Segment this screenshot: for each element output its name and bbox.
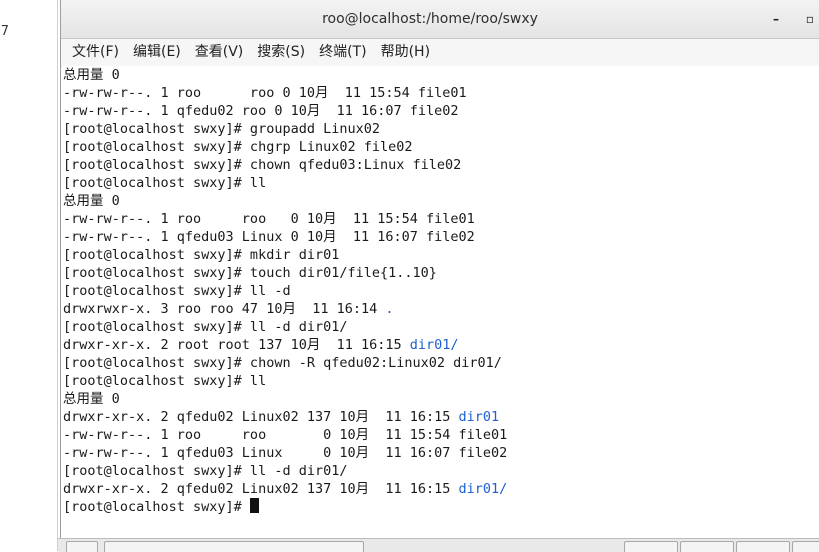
terminal-line-text: drwxr-xr-x. 2 qfedu02 Linux02 137 10月 11…	[63, 481, 459, 497]
taskbar-terminal-button[interactable]	[104, 541, 364, 552]
menu-search[interactable]: 搜索(S)	[250, 39, 312, 66]
minimize-button[interactable]: –	[767, 10, 785, 28]
terminal-line-text: -rw-rw-r--. 1 qfedu03 Linux 0 10月 11 16:…	[63, 445, 508, 461]
terminal-line-text: -rw-rw-r--. 1 roo roo 0 10月 11 15:54 fil…	[63, 211, 475, 227]
terminal-line: -rw-rw-r--. 1 qfedu03 Linux 0 10月 11 16:…	[62, 228, 819, 246]
menu-file[interactable]: 文件(F)	[65, 39, 126, 66]
terminal-line: [root@localhost swxy]# ll	[62, 372, 819, 390]
terminal-line-text: [root@localhost swxy]# ll -d dir01/	[63, 319, 348, 335]
directory-name: dir01/	[458, 481, 508, 497]
terminal-line-text: -rw-rw-r--. 1 roo roo 0 10月 11 15:54 fil…	[63, 427, 508, 443]
terminal-line-text: -rw-rw-r--. 1 qfedu03 Linux 0 10月 11 16:…	[63, 229, 475, 245]
text-cursor	[249, 498, 259, 513]
terminal-line-text: -rw-rw-r--. 1 roo roo 0 10月 11 15:54 fil…	[63, 85, 467, 101]
terminal-line-text: drwxr-xr-x. 2 root root 137 10月 11 16:15	[63, 337, 410, 353]
terminal-line: -rw-rw-r--. 1 roo roo 0 10月 11 15:54 fil…	[62, 426, 819, 444]
terminal-line: [root@localhost swxy]# ll	[62, 174, 819, 192]
terminal-line: -rw-rw-r--. 1 roo roo 0 10月 11 15:54 fil…	[62, 84, 819, 102]
terminal-line-text: drwxrwxr-x. 3 roo roo 47 10月 11 16:14	[63, 301, 386, 317]
terminal-line-text: [root@localhost swxy]# ll -d dir01/	[63, 463, 348, 479]
terminal-line: 总用量 0	[62, 390, 819, 408]
terminal-line: 总用量 0	[62, 66, 819, 84]
taskbar-show-desktop-button[interactable]	[66, 541, 98, 552]
terminal-line: -rw-rw-r--. 1 qfedu03 Linux 0 10月 11 16:…	[62, 444, 819, 462]
window-title: roo@localhost:/home/roo/swxy	[322, 11, 538, 27]
directory-name: dir01	[458, 409, 500, 425]
terminal-line: [root@localhost swxy]# ll -d dir01/	[62, 318, 819, 336]
terminal-prompt: [root@localhost swxy]#	[63, 499, 250, 515]
terminal-line-text: 总用量 0	[63, 193, 120, 209]
terminal-line: [root@localhost swxy]# ll -d	[62, 282, 819, 300]
left-gutter: 7	[0, 0, 58, 551]
terminal-line-text: [root@localhost swxy]# ll	[63, 373, 267, 389]
menu-help[interactable]: 帮助(H)	[374, 39, 437, 66]
directory-name: dir01/	[409, 337, 459, 353]
terminal-line-text: [root@localhost swxy]# mkdir dir01	[63, 247, 340, 263]
terminal-line: [root@localhost swxy]# chown qfedu03:Lin…	[62, 156, 819, 174]
terminal-line: [root@localhost swxy]# chown -R qfedu02:…	[62, 354, 819, 372]
taskbar	[58, 538, 819, 552]
terminal-line-text: -rw-rw-r--. 1 qfedu02 roo 0 10月 11 16:07…	[63, 103, 459, 119]
terminal-line: -rw-rw-r--. 1 roo roo 0 10月 11 15:54 fil…	[62, 210, 819, 228]
terminal-line-text: [root@localhost swxy]# ll -d	[63, 283, 291, 299]
title-bar[interactable]: roo@localhost:/home/roo/swxy – ▫	[61, 0, 819, 39]
terminal-line: drwxr-xr-x. 2 qfedu02 Linux02 137 10月 11…	[62, 408, 819, 426]
terminal-line-text: [root@localhost swxy]# chgrp Linux02 fil…	[63, 139, 413, 155]
terminal-line-text: drwxr-xr-x. 2 qfedu02 Linux02 137 10月 11…	[63, 409, 459, 425]
terminal-line: [root@localhost swxy]# ll -d dir01/	[62, 462, 819, 480]
terminal-line: drwxr-xr-x. 2 root root 137 10月 11 16:15…	[62, 336, 819, 354]
menu-edit[interactable]: 编辑(E)	[126, 39, 188, 66]
taskbar-workspace-4[interactable]	[792, 541, 819, 552]
taskbar-workspace-2[interactable]	[680, 541, 734, 552]
gutter-number: 7	[1, 24, 9, 39]
maximize-button[interactable]: ▫	[801, 10, 819, 28]
taskbar-workspace-1[interactable]	[624, 541, 678, 552]
directory-name: .	[385, 301, 394, 317]
terminal-line-text: 总用量 0	[63, 391, 120, 407]
terminal-line-text: 总用量 0	[63, 67, 120, 83]
terminal-prompt-line[interactable]: [root@localhost swxy]#	[62, 498, 819, 516]
terminal-window: roo@localhost:/home/roo/swxy – ▫ 文件(F) 编…	[60, 0, 819, 538]
terminal-line-text: [root@localhost swxy]# chown qfedu03:Lin…	[63, 157, 462, 173]
terminal-line: [root@localhost swxy]# groupadd Linux02	[62, 120, 819, 138]
taskbar-workspace-3[interactable]	[736, 541, 790, 552]
terminal-line: 总用量 0	[62, 192, 819, 210]
terminal-line: -rw-rw-r--. 1 qfedu02 roo 0 10月 11 16:07…	[62, 102, 819, 120]
terminal-output[interactable]: 总用量 0 -rw-rw-r--. 1 roo roo 0 10月 11 15:5…	[62, 66, 819, 538]
terminal-line: drwxr-xr-x. 2 qfedu02 Linux02 137 10月 11…	[62, 480, 819, 498]
terminal-line: drwxrwxr-x. 3 roo roo 47 10月 11 16:14 .	[62, 300, 819, 318]
menu-terminal[interactable]: 终端(T)	[312, 39, 373, 66]
menu-view[interactable]: 查看(V)	[188, 39, 251, 66]
gutter-divider	[57, 0, 58, 551]
terminal-line-text: [root@localhost swxy]# chown -R qfedu02:…	[63, 355, 502, 371]
terminal-line: [root@localhost swxy]# touch dir01/file{…	[62, 264, 819, 282]
terminal-line-text: [root@localhost swxy]# ll	[63, 175, 267, 191]
menu-bar: 文件(F) 编辑(E) 查看(V) 搜索(S) 终端(T) 帮助(H)	[61, 39, 819, 67]
terminal-line-text: [root@localhost swxy]# touch dir01/file{…	[63, 265, 437, 281]
terminal-line: [root@localhost swxy]# chgrp Linux02 fil…	[62, 138, 819, 156]
terminal-line: [root@localhost swxy]# mkdir dir01	[62, 246, 819, 264]
terminal-line-text: [root@localhost swxy]# groupadd Linux02	[63, 121, 380, 137]
